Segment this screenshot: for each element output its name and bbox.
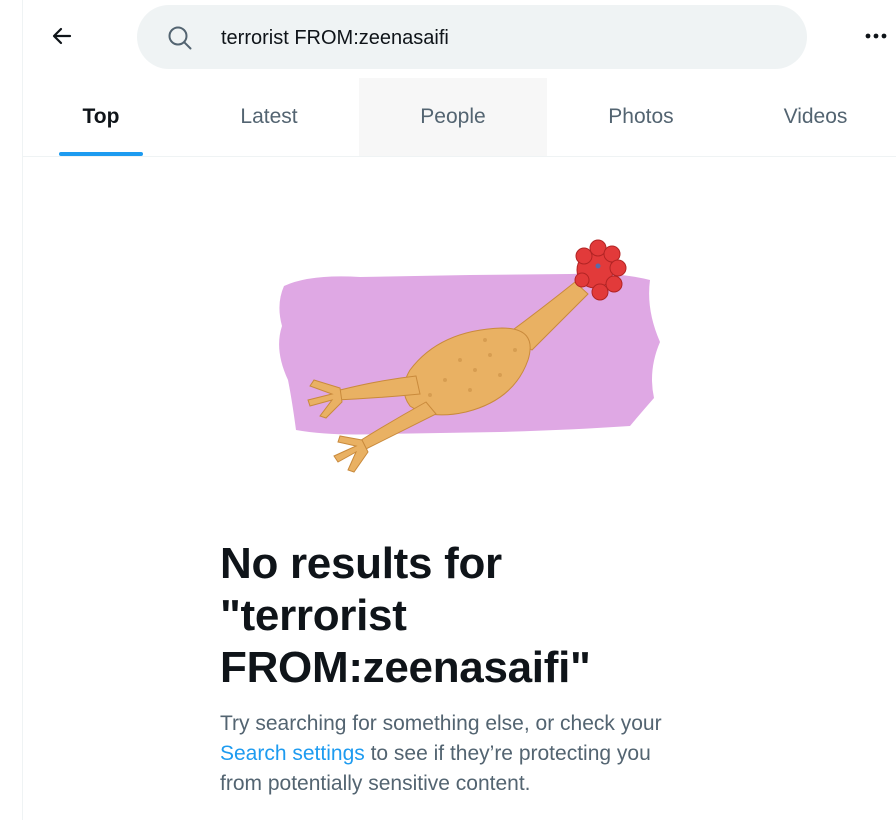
search-input[interactable]: [221, 23, 781, 53]
search-tabs: Top Latest People Photos Videos: [23, 78, 896, 157]
empty-title-line: FROM:zeenasaifi": [220, 643, 591, 692]
tab-label: Top: [82, 105, 120, 128]
tab-label: Videos: [783, 105, 848, 128]
description-text: Try searching for something else, or che…: [220, 712, 662, 735]
back-button[interactable]: [42, 16, 82, 56]
tab-photos[interactable]: Photos: [547, 78, 735, 156]
empty-state-description: Try searching for something else, or che…: [220, 709, 720, 799]
tab-people[interactable]: People: [359, 78, 547, 156]
tab-top[interactable]: Top: [23, 78, 179, 156]
description-text: from potentially sensitive content.: [220, 772, 531, 795]
tab-videos[interactable]: Videos: [735, 78, 896, 156]
tab-latest[interactable]: Latest: [179, 78, 359, 156]
empty-state-title: No results for "terrorist FROM:zeenasaif…: [220, 538, 700, 694]
active-tab-indicator: [59, 152, 143, 156]
more-horizontal-icon: [865, 33, 887, 39]
tab-label: Photos: [608, 105, 674, 128]
description-text: to see if they’re protecting you: [364, 742, 651, 765]
search-results-page: Top Latest People Photos Videos: [0, 0, 896, 820]
tab-label: Latest: [240, 105, 298, 128]
arrow-left-icon: [52, 27, 72, 45]
empty-title-line: "terrorist: [220, 591, 407, 640]
empty-title-line: No results for: [220, 539, 502, 588]
search-settings-link[interactable]: Search settings: [220, 742, 365, 765]
search-box[interactable]: [137, 5, 807, 69]
search-icon: [168, 26, 192, 50]
more-options-button[interactable]: [856, 16, 896, 56]
tab-label: People: [420, 105, 486, 128]
rubber-chicken-illustration: [279, 239, 660, 473]
